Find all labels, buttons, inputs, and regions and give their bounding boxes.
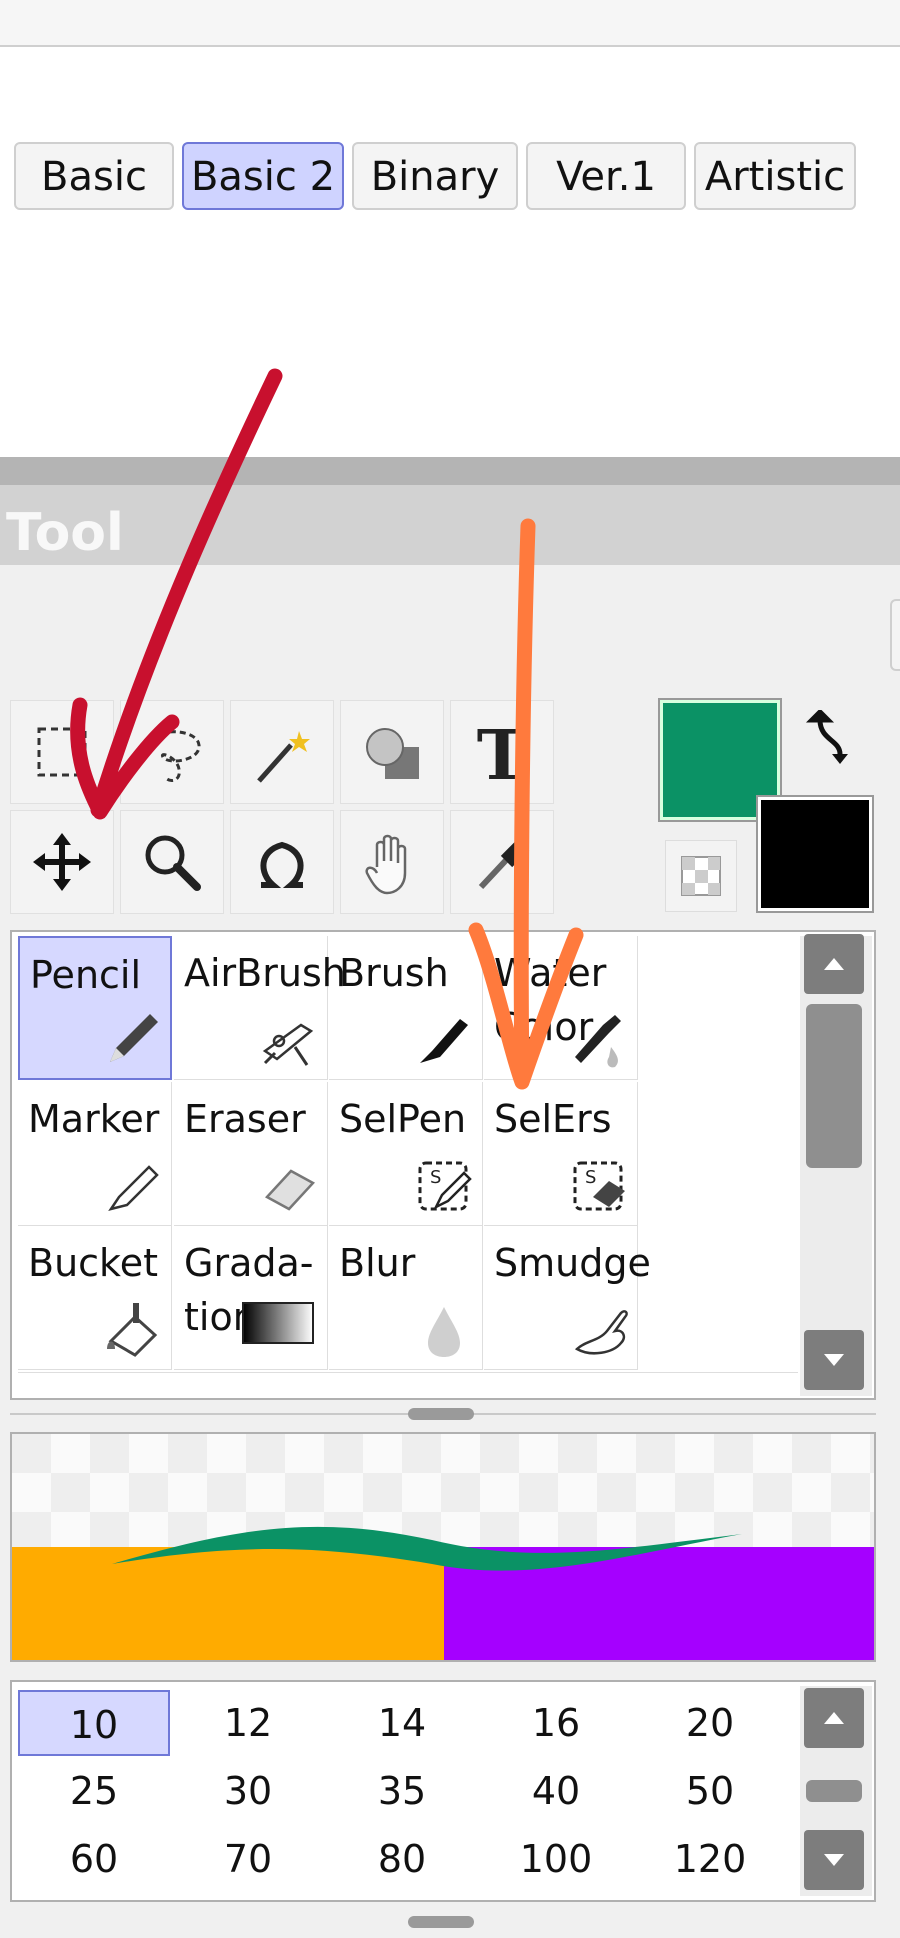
red-arrow-annotation <box>70 368 283 820</box>
annotation-overlay <box>70 368 584 1090</box>
orange-arrow-annotation <box>468 518 584 1090</box>
